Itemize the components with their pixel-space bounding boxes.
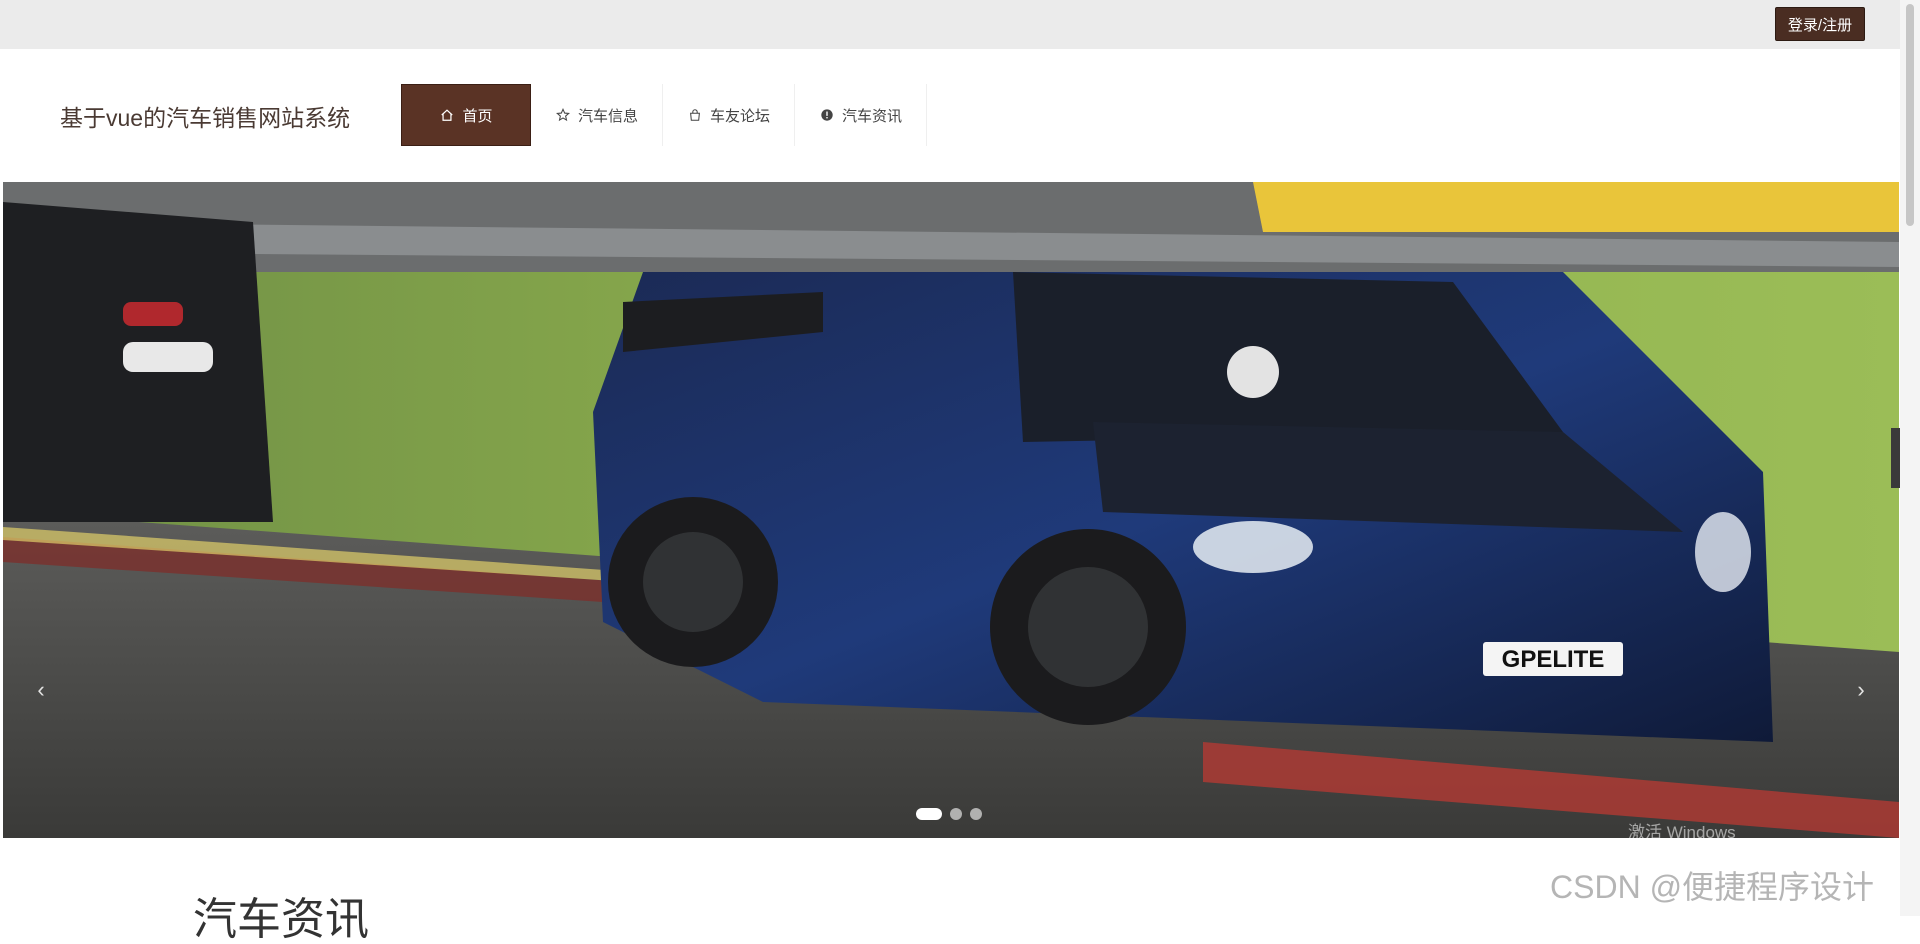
carousel-dot-1[interactable] [916, 808, 942, 820]
star-icon [555, 107, 571, 123]
site-header: 基于vue的汽车销售网站系统 首页 汽车信息 车友论坛 汽车资讯 [3, 49, 1899, 182]
hero-carousel: GPELITE ‹ › [3, 182, 1899, 838]
nav-item-label: 汽车信息 [577, 107, 638, 125]
info-circle-icon [819, 107, 835, 123]
nav-item-home[interactable]: 首页 [401, 84, 531, 146]
carousel-next-button[interactable]: › [1847, 670, 1875, 710]
top-bar: 登录/注册 [0, 0, 1920, 49]
nav-item-label: 首页 [462, 107, 493, 125]
site-title: 基于vue的汽车销售网站系统 [60, 105, 351, 131]
windows-activation-notice: 激活 Windows 转到"设置"以激活 Windows。 [1628, 822, 1811, 866]
nav-item-news[interactable]: 汽车资讯 [795, 84, 927, 146]
login-register-button[interactable]: 登录/注册 [1775, 7, 1865, 41]
carousel-dot-2[interactable] [950, 808, 962, 820]
page-scrollbar[interactable] [1900, 0, 1920, 916]
nav-item-label: 汽车资讯 [841, 107, 902, 125]
nav-item-forum[interactable]: 车友论坛 [663, 84, 795, 146]
nav-item-label: 车友论坛 [709, 107, 770, 125]
nav-item-car-info[interactable]: 汽车信息 [531, 84, 663, 146]
home-icon [439, 107, 455, 123]
bag-icon [687, 107, 703, 123]
windows-activation-line1: 激活 Windows [1628, 823, 1736, 842]
main-nav: 首页 汽车信息 车友论坛 汽车资讯 [401, 84, 927, 146]
license-plate: GPELITE [1502, 646, 1605, 673]
csdn-watermark: CSDN @便捷程序设计 [1550, 869, 1875, 905]
section-title: 汽车资讯 [193, 895, 369, 944]
carousel-prev-button[interactable]: ‹ [27, 670, 55, 710]
scroll-thumb[interactable] [1906, 4, 1914, 226]
carousel-dot-3[interactable] [970, 808, 982, 820]
carousel-indicators [916, 808, 982, 820]
carousel-slide-image: GPELITE [3, 182, 1899, 838]
